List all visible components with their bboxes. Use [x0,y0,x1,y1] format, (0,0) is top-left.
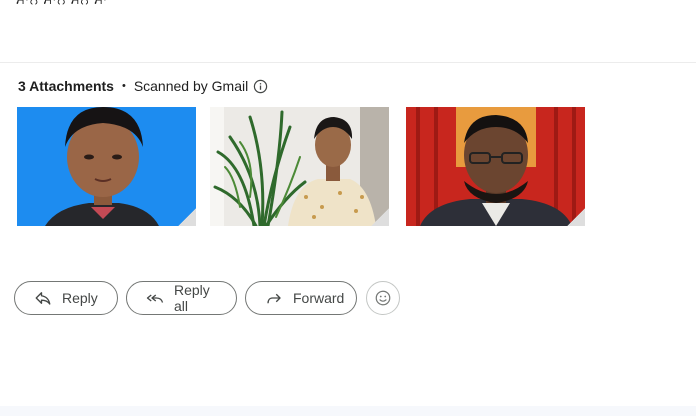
scanned-by-gmail-label: Scanned by Gmail [133,78,249,94]
portrait-photo-1 [17,107,196,226]
attachment-thumbnail-3[interactable] [406,107,585,226]
reply-all-label: Reply all [174,282,210,314]
reply-all-button[interactable]: Reply all [126,281,237,315]
attachment-thumbnail-1[interactable] [17,107,196,226]
forward-button[interactable]: Forward [245,281,357,315]
header-separator: • [121,80,126,92]
bottom-bar [0,406,696,416]
reply-icon [34,289,52,307]
portrait-photo-3 [406,107,585,226]
portrait-photo-2 [210,107,389,226]
info-icon[interactable] [253,79,268,94]
section-divider [0,62,696,63]
forward-label: Forward [293,290,345,306]
reply-all-icon [146,289,164,307]
emoji-reaction-button[interactable] [366,281,400,315]
message-actions: Reply Reply all Forward [14,281,400,315]
thumbnail-fold-corner [567,208,585,226]
attachments-header: 3 Attachments • Scanned by Gmail [18,77,268,95]
reply-label: Reply [62,290,98,306]
forward-icon [265,289,283,307]
cut-off-message-text: ਮਾਨ ਮਾਨ ਮਨ ਮਾ [16,0,108,8]
reply-button[interactable]: Reply [14,281,118,315]
thumbnail-fold-corner [178,208,196,226]
attachments-count: 3 Attachments [18,78,114,94]
thumbnail-fold-corner [371,208,389,226]
attachment-thumbnail-2[interactable] [210,107,389,226]
smiley-icon [375,290,391,306]
